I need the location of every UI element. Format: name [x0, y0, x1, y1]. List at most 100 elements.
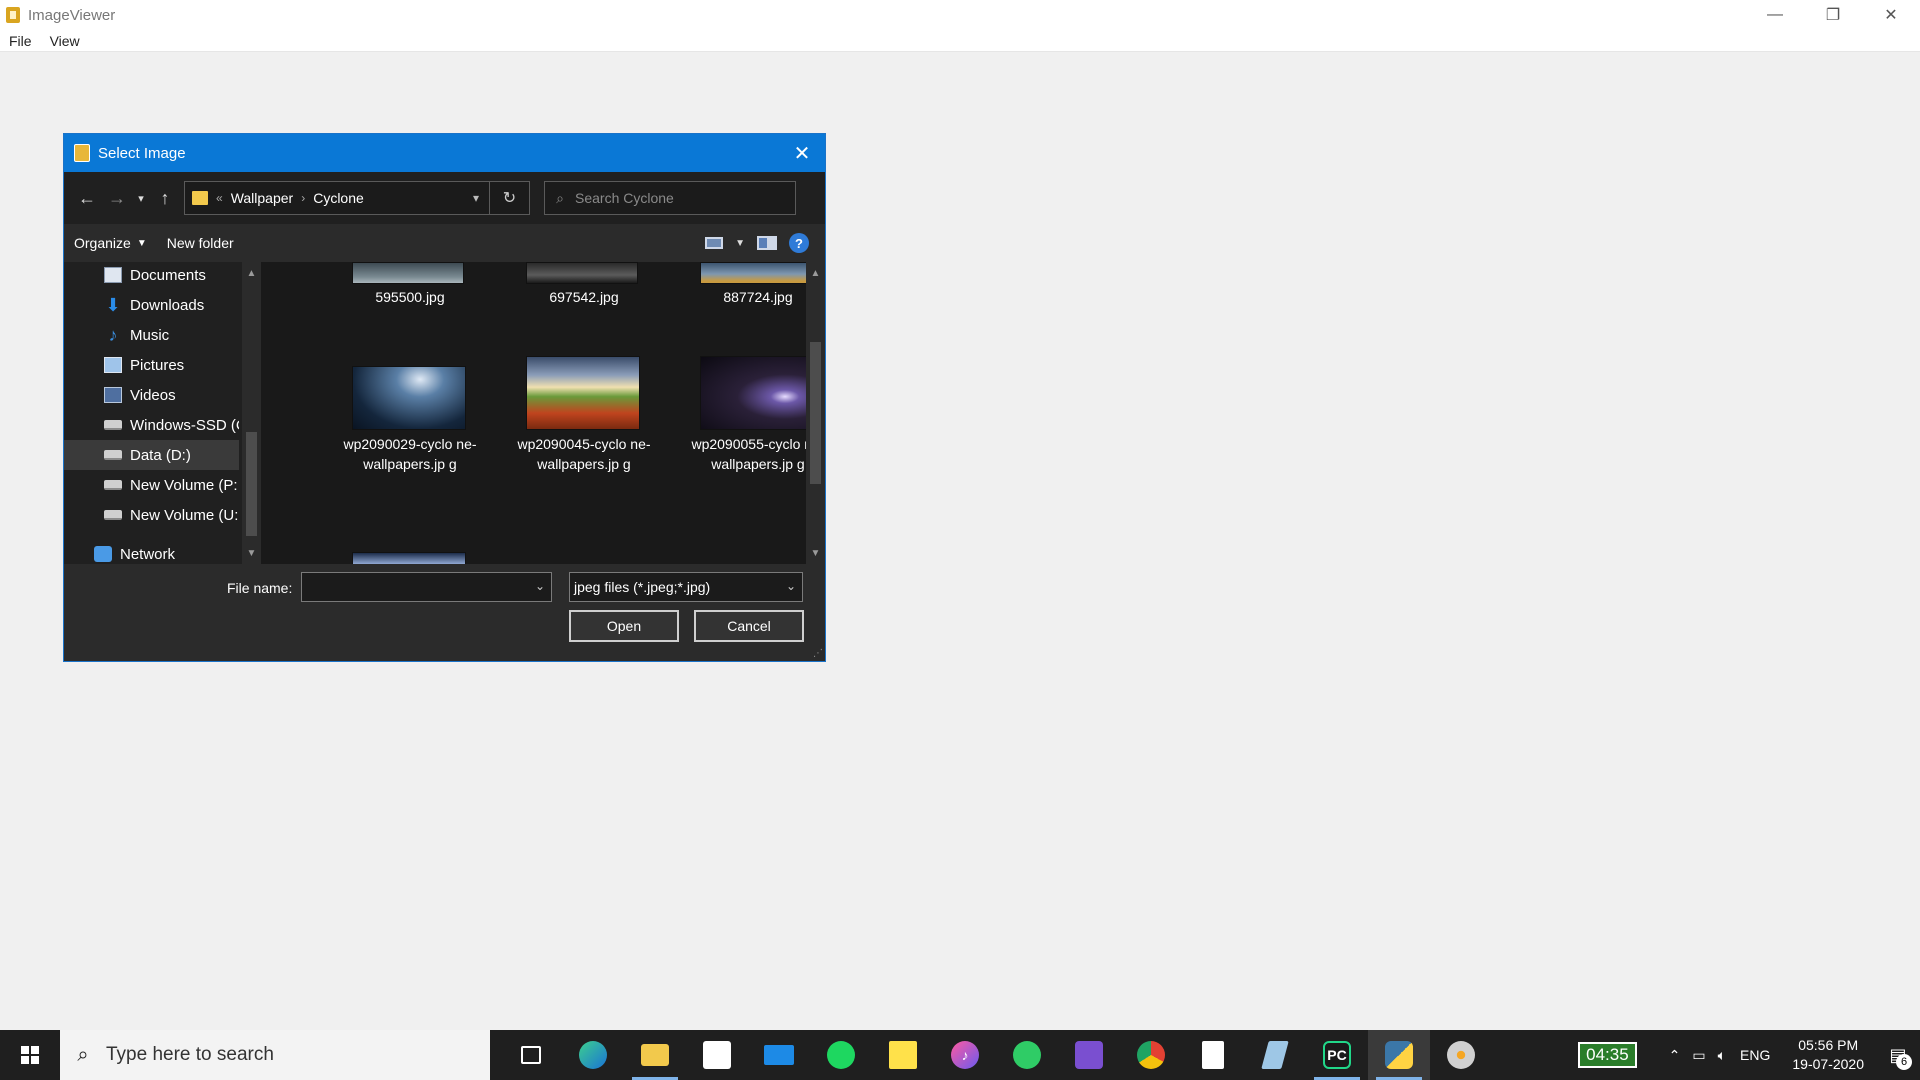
- file-scroll-thumb[interactable]: [810, 342, 821, 484]
- nav-item-downloads[interactable]: ⬇ Downloads: [64, 290, 239, 320]
- nav-item-new-volume-p[interactable]: New Volume (P:: [64, 470, 239, 500]
- nav-item-data-d[interactable]: Data (D:): [64, 440, 239, 470]
- paint-button[interactable]: [1430, 1030, 1492, 1080]
- volume-icon[interactable]: 🔈︎: [1718, 1047, 1726, 1064]
- music-icon: ♪: [108, 324, 118, 345]
- sticky-notes-button[interactable]: [872, 1030, 934, 1080]
- nav-item-network[interactable]: Network: [64, 539, 239, 564]
- itunes-button[interactable]: ♪: [934, 1030, 996, 1080]
- nav-item-windows-ssd[interactable]: Windows-SSD (C: [64, 410, 239, 440]
- breadcrumb-cyclone[interactable]: Cyclone: [313, 190, 364, 206]
- file-thumbnail[interactable]: [700, 356, 806, 430]
- nav-item-videos[interactable]: Videos: [64, 380, 239, 410]
- nav-pane-scrollbar[interactable]: ▲ ▼: [242, 262, 261, 564]
- pen-app-button[interactable]: [1244, 1030, 1306, 1080]
- change-view-icon[interactable]: [705, 237, 724, 249]
- nav-item-new-volume-u[interactable]: New Volume (U:: [64, 500, 239, 530]
- breadcrumb-separator[interactable]: ›: [301, 191, 305, 205]
- file-list-scrollbar[interactable]: ▲ ▼: [806, 262, 825, 564]
- file-name[interactable]: wp2090055-cyclo ne-wallpapers.jp g: [688, 435, 806, 474]
- chrome-button[interactable]: [1120, 1030, 1182, 1080]
- battery-icon[interactable]: ▭: [1692, 1047, 1705, 1064]
- preview-pane-icon[interactable]: [757, 236, 777, 250]
- close-button[interactable]: ✕: [1862, 0, 1920, 30]
- show-hidden-icons-chevron-icon[interactable]: ⌃: [1669, 1047, 1681, 1064]
- breadcrumb-overflow[interactable]: «: [216, 191, 223, 205]
- file-thumbnail[interactable]: [352, 366, 466, 430]
- organize-label: Organize: [74, 235, 131, 251]
- breadcrumb-wallpaper[interactable]: Wallpaper: [231, 190, 294, 206]
- dialog-close-button[interactable]: ✕: [779, 134, 825, 172]
- drive-icon: [104, 420, 122, 430]
- file-name[interactable]: 887724.jpg: [688, 288, 806, 308]
- visual-studio-button[interactable]: [1058, 1030, 1120, 1080]
- search-input[interactable]: [575, 190, 785, 206]
- file-thumbnail[interactable]: [352, 552, 466, 564]
- file-thumbnail[interactable]: [526, 356, 640, 430]
- drive-icon: [104, 510, 122, 520]
- back-button[interactable]: ←: [72, 183, 102, 213]
- chevron-down-icon[interactable]: ⌄: [535, 579, 545, 593]
- scroll-down-icon[interactable]: ▼: [806, 544, 825, 562]
- file-name[interactable]: wp2090029-cyclo ne-wallpapers.jp g: [340, 435, 480, 474]
- file-thumbnail[interactable]: [700, 262, 806, 284]
- visual-studio-icon: [1075, 1041, 1103, 1069]
- file-name-input[interactable]: ⌄: [301, 572, 552, 602]
- menu-file[interactable]: File: [0, 33, 41, 49]
- recent-locations-dropdown[interactable]: ▾: [132, 192, 150, 205]
- pictures-icon: [104, 357, 122, 373]
- whatsapp-button[interactable]: [996, 1030, 1058, 1080]
- nav-item-music[interactable]: ♪ Music: [64, 320, 239, 350]
- nav-item-documents[interactable]: Documents: [64, 262, 239, 290]
- open-button[interactable]: Open: [569, 610, 679, 642]
- restore-button[interactable]: ❐: [1804, 0, 1862, 30]
- nav-item-pictures[interactable]: Pictures: [64, 350, 239, 380]
- document-icon: [1202, 1041, 1224, 1069]
- scroll-up-icon[interactable]: ▲: [242, 264, 261, 282]
- up-button[interactable]: ↑: [150, 183, 180, 213]
- search-box[interactable]: ⌕: [544, 181, 796, 215]
- edge-button[interactable]: [562, 1030, 624, 1080]
- store-button[interactable]: [686, 1030, 748, 1080]
- battery-timer[interactable]: 04:35: [1578, 1042, 1637, 1068]
- menu-bar: File View: [0, 30, 1920, 52]
- document-app-button[interactable]: [1182, 1030, 1244, 1080]
- action-center-button[interactable]: ▤ 6: [1876, 1030, 1920, 1080]
- file-explorer-button[interactable]: [624, 1030, 686, 1080]
- refresh-button[interactable]: ↻: [489, 182, 529, 214]
- language-indicator[interactable]: ENG: [1740, 1047, 1770, 1063]
- file-name[interactable]: 595500.jpg: [340, 288, 480, 308]
- address-dropdown-icon[interactable]: ▾: [473, 191, 479, 205]
- chevron-down-icon[interactable]: ⌄: [786, 579, 796, 593]
- forward-button[interactable]: →: [102, 183, 132, 213]
- scroll-up-icon[interactable]: ▲: [806, 264, 825, 282]
- help-icon[interactable]: ?: [789, 233, 809, 253]
- file-name[interactable]: wp2090045-cyclo ne-wallpapers.jp g: [514, 435, 654, 474]
- file-thumbnail[interactable]: [352, 262, 464, 284]
- store-icon: [703, 1041, 731, 1069]
- nav-scroll-thumb[interactable]: [246, 432, 257, 536]
- new-folder-button[interactable]: New folder: [157, 235, 244, 251]
- mail-button[interactable]: [748, 1030, 810, 1080]
- python-app-button[interactable]: [1368, 1030, 1430, 1080]
- minimize-button[interactable]: —: [1746, 0, 1804, 30]
- pycharm-button[interactable]: PC: [1306, 1030, 1368, 1080]
- file-thumbnail[interactable]: [526, 262, 638, 284]
- command-toolbar: Organize ▼ New folder ▼ ?: [64, 224, 825, 262]
- select-image-dialog: Select Image ✕ ← → ▾ ↑ « Wallpaper › Cyc…: [63, 133, 826, 662]
- file-name[interactable]: 697542.jpg: [514, 288, 654, 308]
- menu-view[interactable]: View: [41, 33, 89, 49]
- organize-button[interactable]: Organize ▼: [64, 235, 157, 251]
- nav-item-label: New Volume (U:: [130, 506, 239, 524]
- start-button[interactable]: [0, 1030, 60, 1080]
- taskbar-search[interactable]: ⌕ Type here to search: [60, 1030, 490, 1080]
- resize-grip-icon[interactable]: ⋰: [813, 648, 823, 659]
- address-bar[interactable]: « Wallpaper › Cyclone ▾ ↻: [184, 181, 530, 215]
- file-type-select[interactable]: jpeg files (*.jpeg;*.jpg) ⌄: [569, 572, 803, 602]
- scroll-down-icon[interactable]: ▼: [242, 544, 261, 562]
- spotify-button[interactable]: [810, 1030, 872, 1080]
- clock[interactable]: 05:56 PM 19-07-2020: [1792, 1036, 1864, 1074]
- task-view-button[interactable]: [500, 1030, 562, 1080]
- view-options-chevron-icon[interactable]: ▼: [735, 238, 745, 249]
- cancel-button[interactable]: Cancel: [694, 610, 804, 642]
